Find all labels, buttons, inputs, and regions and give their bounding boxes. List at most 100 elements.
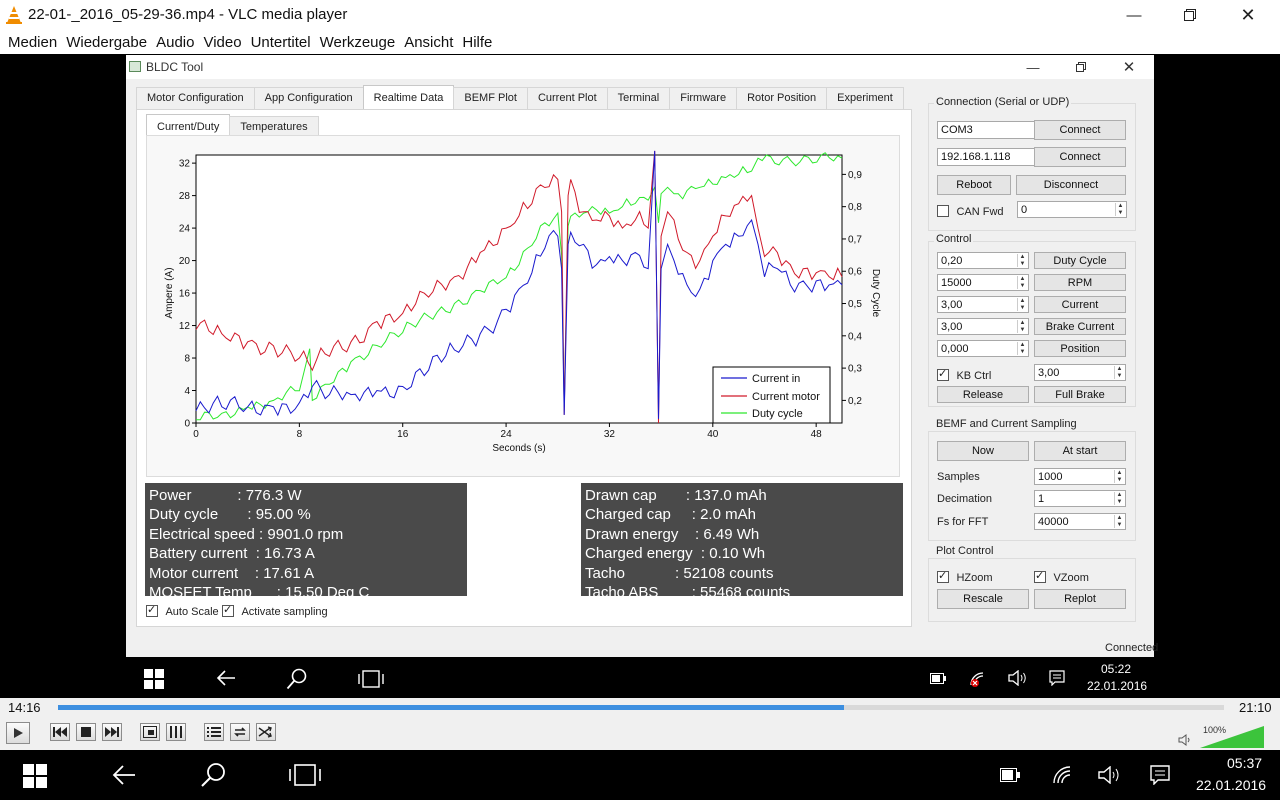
connect-udp-button[interactable]: Connect	[1034, 147, 1126, 167]
tab-current-plot[interactable]: Current Plot	[526, 87, 608, 109]
menu-werkzeuge[interactable]: Werkzeuge	[320, 34, 396, 51]
full-brake-button[interactable]: Full Brake	[1034, 386, 1126, 403]
samples-label: Samples	[937, 471, 980, 483]
connection-title: Connection (Serial or UDP)	[934, 96, 1072, 108]
search-icon[interactable]	[200, 762, 226, 788]
tab-firmware[interactable]: Firmware	[669, 87, 738, 109]
back-arrow-icon[interactable]	[112, 764, 136, 786]
menu-audio[interactable]: Audio	[156, 34, 194, 51]
control-button-duty-cycle[interactable]: Duty Cycle	[1034, 252, 1126, 269]
menu-untertitel[interactable]: Untertitel	[251, 34, 311, 51]
bldc-close-button[interactable]: ✕	[1106, 55, 1152, 79]
loop-button[interactable]	[230, 723, 250, 741]
spin-arrows-icon[interactable]: ▲ ▼	[1114, 492, 1124, 505]
spin-arrows-icon[interactable]: ▲ ▼	[1017, 320, 1027, 333]
menu-medien[interactable]: Medien	[8, 34, 57, 51]
can-fwd-spinbox[interactable]: 0 ▲ ▼	[1017, 201, 1127, 218]
tab-realtime-data[interactable]: Realtime Data	[362, 85, 455, 109]
control-button-rpm[interactable]: RPM	[1034, 274, 1126, 291]
auto-scale-check[interactable]	[146, 603, 158, 617]
activate-sampling-label: Activate sampling	[241, 606, 328, 618]
tab-app-configuration[interactable]: App Configuration	[253, 87, 364, 109]
tab-motor-configuration[interactable]: Motor Configuration	[136, 87, 255, 109]
action-center-icon[interactable]	[1150, 765, 1170, 785]
stat-charged-energy: Charged energy : 0.10 Wh	[585, 545, 766, 563]
menu-wiedergabe[interactable]: Wiedergabe	[66, 34, 147, 51]
at-start-button[interactable]: At start	[1034, 441, 1126, 461]
windows-start-icon[interactable]	[23, 764, 47, 788]
spin-arrows-icon[interactable]: ▲ ▼	[1017, 298, 1027, 311]
spin-arrows-icon[interactable]: ▲ ▼	[1115, 203, 1125, 216]
tab-terminal[interactable]: Terminal	[606, 87, 671, 109]
control-spinbox-1[interactable]: 15000 ▲ ▼	[937, 274, 1029, 291]
disconnect-button[interactable]: Disconnect	[1016, 175, 1126, 195]
volume-icon[interactable]	[1098, 766, 1122, 784]
spin-arrows-icon[interactable]: ▲ ▼	[1017, 254, 1027, 267]
bldc-maximize-button[interactable]	[1058, 55, 1104, 79]
spin-arrows-icon[interactable]: ▲ ▼	[1017, 276, 1027, 289]
playlist-button[interactable]	[204, 723, 224, 741]
wifi-icon[interactable]	[1052, 765, 1072, 785]
maximize-button[interactable]	[1162, 0, 1218, 30]
battery-icon[interactable]	[1000, 768, 1020, 782]
tab-experiment[interactable]: Experiment	[826, 87, 904, 109]
next-button[interactable]	[102, 723, 122, 741]
speaker-icon[interactable]	[1178, 734, 1192, 746]
close-button[interactable]: ✕	[1220, 0, 1276, 30]
auto-scale-checkbox[interactable]: Auto Scale	[146, 602, 219, 620]
connect-serial-button[interactable]: Connect	[1034, 120, 1126, 140]
search-icon	[286, 668, 307, 690]
task-view-icon[interactable]	[288, 764, 322, 786]
fullscreen-button[interactable]	[140, 723, 160, 741]
activate-sampling-checkbox[interactable]: Activate sampling	[222, 602, 328, 620]
menu-hilfe[interactable]: Hilfe	[462, 34, 492, 51]
control-button-position[interactable]: Position	[1034, 340, 1126, 357]
hzoom-checkbox[interactable]: HZoom	[937, 568, 993, 586]
samples-spinbox[interactable]: 1000 ▲ ▼	[1034, 468, 1126, 485]
control-spinbox-0[interactable]: 0,20 ▲ ▼	[937, 252, 1029, 269]
minimize-button[interactable]: —	[1106, 0, 1162, 30]
fs-fft-spinbox[interactable]: 40000 ▲ ▼	[1034, 513, 1126, 530]
bldc-minimize-button[interactable]: —	[1010, 55, 1056, 79]
menu-video[interactable]: Video	[203, 34, 241, 51]
extended-settings-button[interactable]	[166, 723, 186, 741]
port-input[interactable]: COM3	[937, 121, 1047, 139]
vzoom-checkbox[interactable]: VZoom	[1034, 568, 1089, 586]
can-fwd-check[interactable]	[937, 204, 949, 217]
spin-arrows-icon[interactable]: ▲ ▼	[1114, 470, 1124, 483]
kb-ctrl-check[interactable]	[937, 367, 949, 381]
stop-button[interactable]	[76, 723, 96, 741]
spin-arrows-icon[interactable]: ▲ ▼	[1017, 342, 1027, 355]
spin-arrows-icon[interactable]: ▲ ▼	[1114, 515, 1124, 528]
release-button[interactable]: Release	[937, 386, 1029, 403]
menu-ansicht[interactable]: Ansicht	[404, 34, 453, 51]
now-button[interactable]: Now	[937, 441, 1029, 461]
control-value: 3,00	[941, 320, 963, 333]
decimation-spinbox[interactable]: 1 ▲ ▼	[1034, 490, 1126, 507]
hzoom-check[interactable]	[937, 569, 949, 583]
control-spinbox-4[interactable]: 0,000 ▲ ▼	[937, 340, 1029, 357]
kb-ctrl-spinbox[interactable]: 3,00 ▲ ▼	[1034, 364, 1126, 381]
vzoom-check[interactable]	[1034, 569, 1046, 583]
tab-rotor-position[interactable]: Rotor Position	[736, 87, 828, 109]
rescale-button[interactable]: Rescale	[937, 589, 1029, 609]
control-button-brake-current[interactable]: Brake Current	[1034, 318, 1126, 335]
control-spinbox-2[interactable]: 3,00 ▲ ▼	[937, 296, 1029, 313]
spin-arrows-icon[interactable]: ▲ ▼	[1114, 366, 1124, 379]
tab-bemf-plot[interactable]: BEMF Plot	[453, 87, 528, 109]
previous-button[interactable]	[50, 723, 70, 741]
play-button[interactable]	[6, 722, 30, 744]
equalizer-icon	[170, 726, 182, 738]
activate-sampling-check[interactable]	[222, 603, 234, 617]
control-spinbox-3[interactable]: 3,00 ▲ ▼	[937, 318, 1029, 335]
control-button-current[interactable]: Current	[1034, 296, 1126, 313]
ip-input[interactable]: 192.168.1.118	[937, 148, 1047, 166]
volume-slider[interactable]	[1200, 726, 1264, 748]
can-fwd-checkbox[interactable]: CAN Fwd	[937, 202, 1004, 220]
current-duty-chart[interactable]: 048121620242832 0,20,30,40,50,60,70,80,9…	[160, 147, 890, 467]
kb-ctrl-checkbox[interactable]: KB Ctrl	[937, 366, 991, 384]
reboot-button[interactable]: Reboot	[937, 175, 1011, 195]
seek-bar[interactable]	[58, 705, 1224, 710]
replot-button[interactable]: Replot	[1034, 589, 1126, 609]
shuffle-button[interactable]	[256, 723, 276, 741]
